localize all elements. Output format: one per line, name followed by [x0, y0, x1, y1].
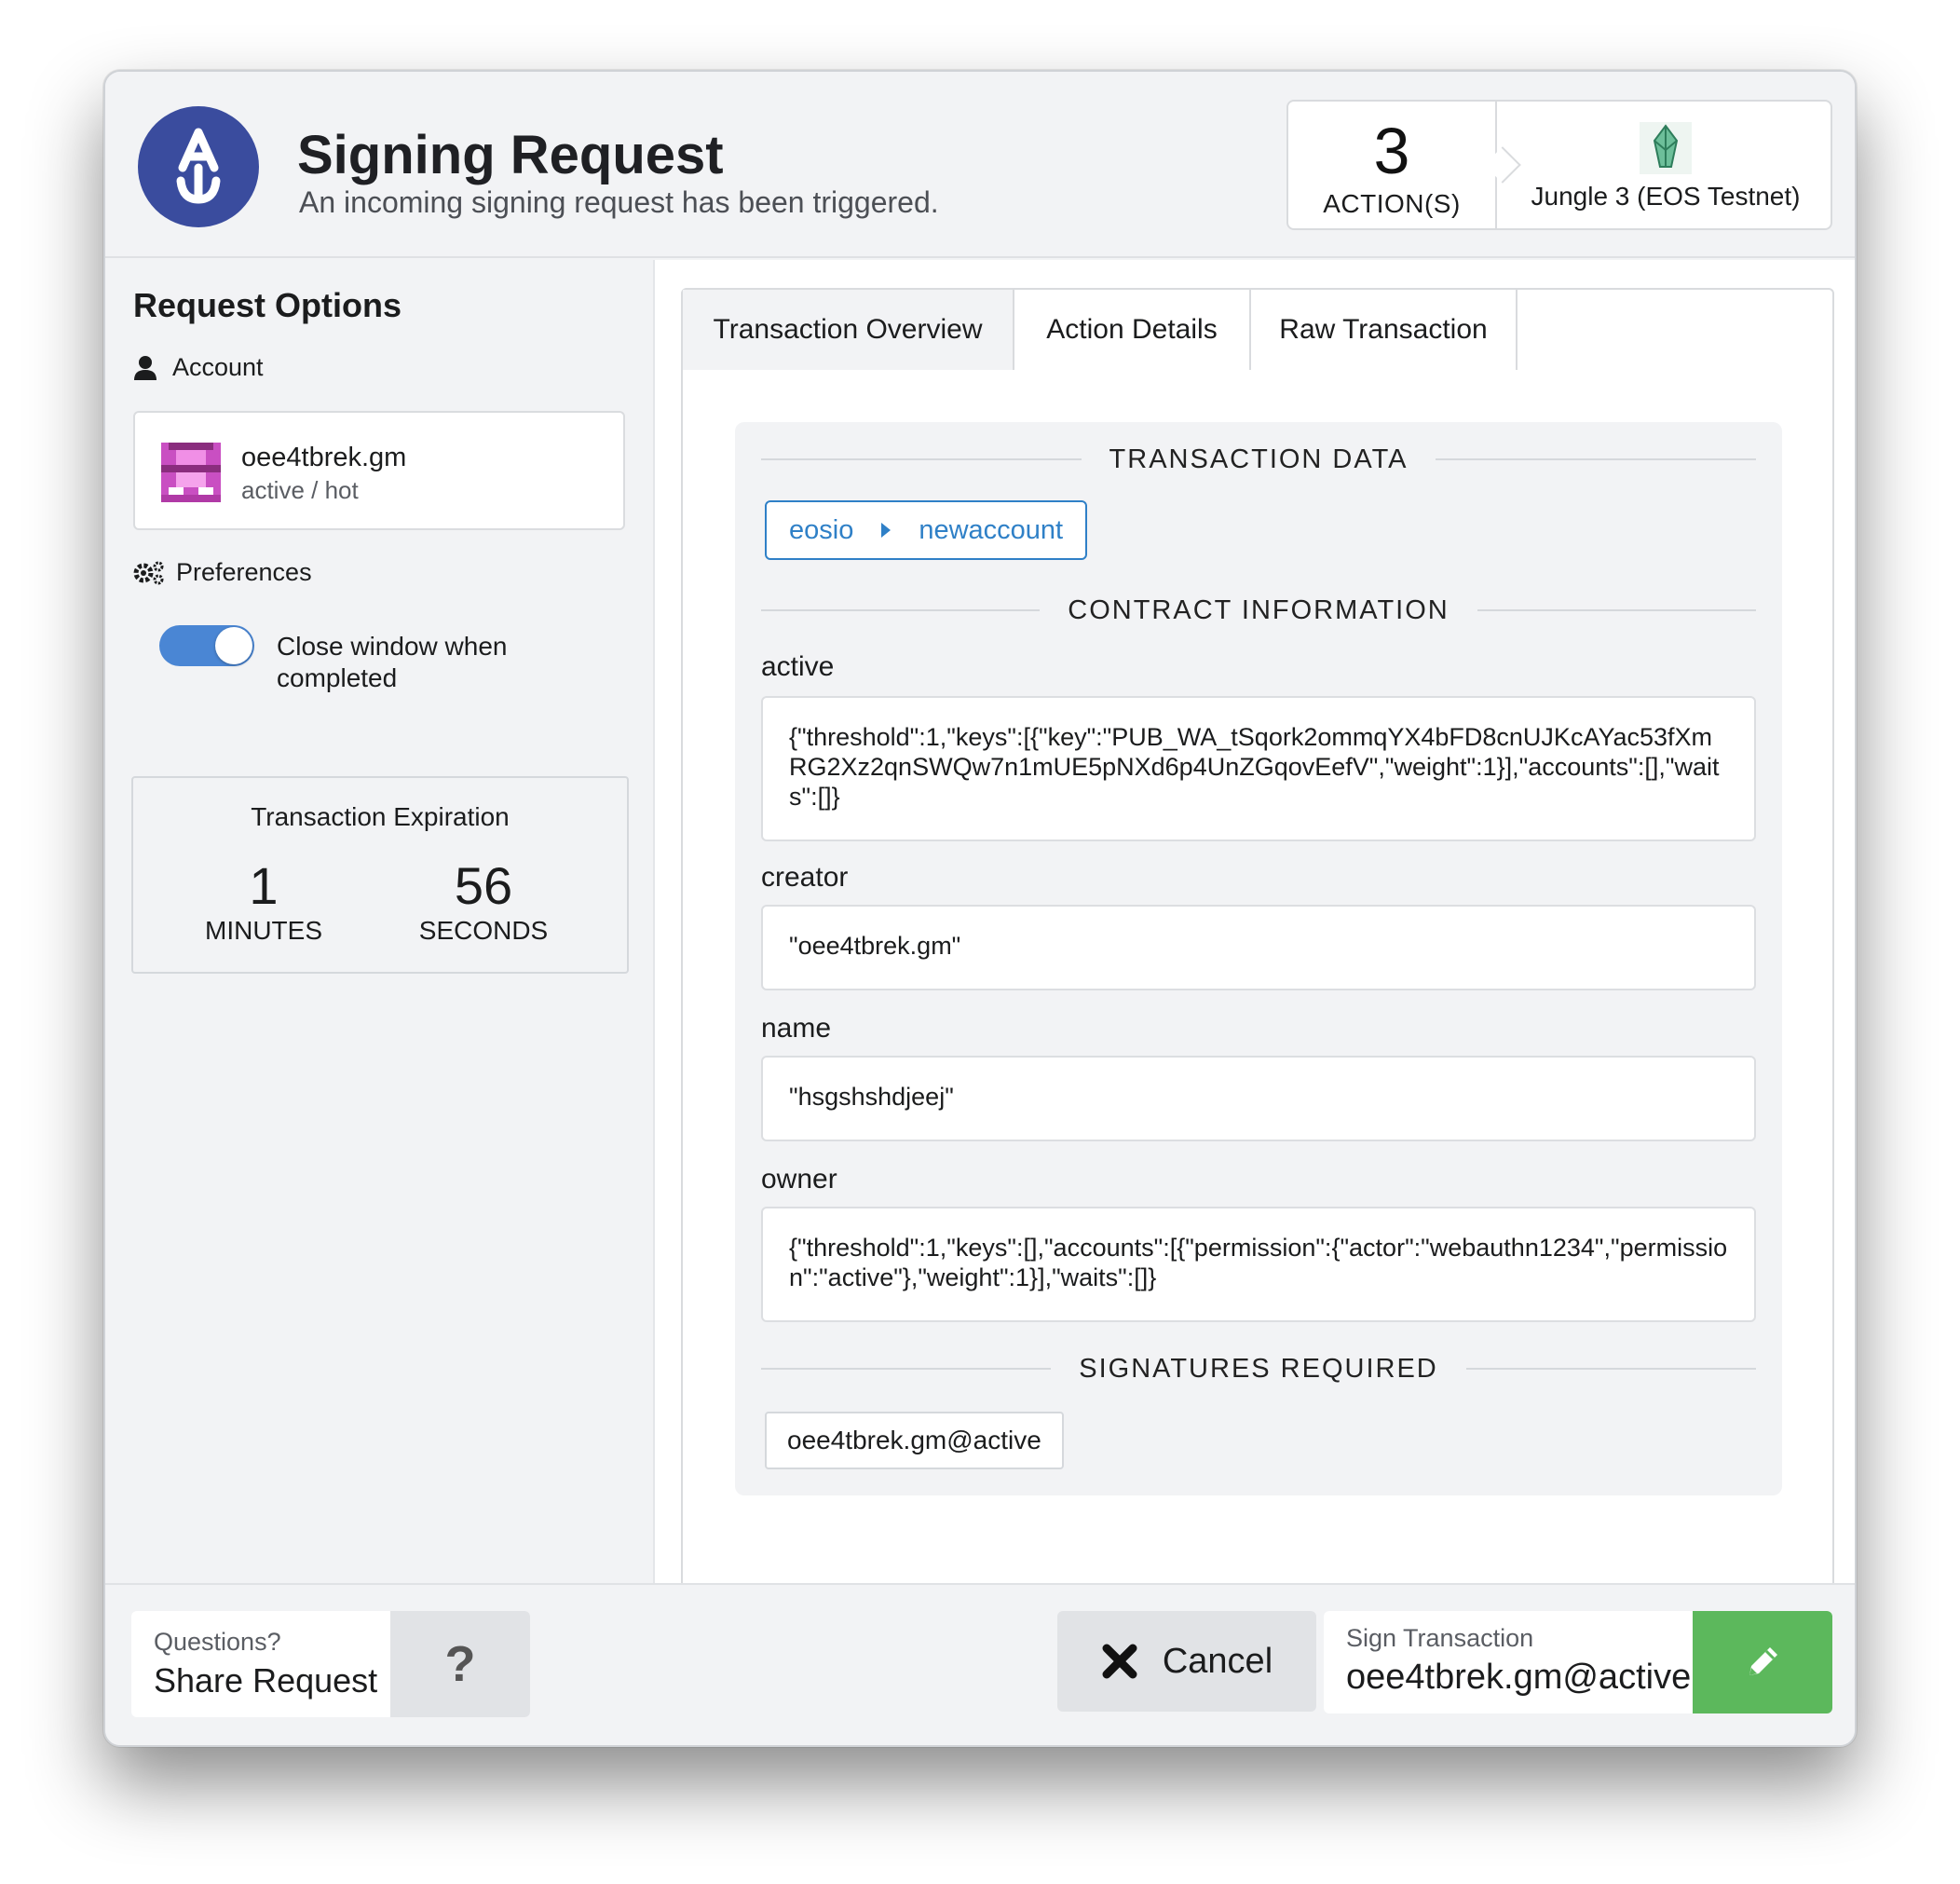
- account-name: oee4tbrek.gm: [241, 443, 407, 472]
- seconds-value: 56: [454, 856, 513, 915]
- preferences-label: Preferences: [176, 558, 312, 586]
- expiration-title: Transaction Expiration: [251, 802, 510, 831]
- minutes-label: MINUTES: [205, 916, 322, 945]
- transaction-data-heading: TRANSACTION DATA: [761, 443, 1756, 476]
- field-label-active: active: [761, 651, 835, 682]
- caret-right-icon: [881, 523, 892, 538]
- field-value-creator: "oee4tbrek.gm": [761, 905, 1756, 990]
- actions-count: 3: [1373, 115, 1410, 187]
- seconds-label: SECONDS: [418, 916, 549, 945]
- field-value-active: {"threshold":1,"keys":[{"key":"PUB_WA_tS…: [761, 696, 1756, 841]
- contract-name: eosio: [789, 514, 854, 545]
- tab-content: TRANSACTION DATA eosio newaccount CONTRA…: [681, 370, 1834, 1600]
- header: Signing Request An incoming signing requ…: [105, 72, 1855, 258]
- cancel-button[interactable]: Cancel: [1057, 1611, 1316, 1712]
- field-label-name: name: [761, 1013, 832, 1044]
- expiration-seconds: 56 SECONDS: [381, 858, 586, 946]
- chain-box: Jungle 3 (EOS Testnet): [1499, 102, 1832, 228]
- account-permission: active / hot: [241, 476, 359, 504]
- expiration-minutes: 1 MINUTES: [161, 858, 366, 946]
- close-window-label: Close window when completed: [277, 632, 508, 692]
- required-signature: oee4tbrek.gm@active: [765, 1412, 1064, 1469]
- close-window-toggle[interactable]: [159, 625, 254, 666]
- sign-transaction-button[interactable]: Sign Transaction oee4tbrek.gm@active: [1324, 1611, 1832, 1713]
- actions-count-box: 3 ACTION(S): [1288, 102, 1497, 228]
- toggle-knob: [215, 627, 252, 664]
- sign-account-label: oee4tbrek.gm@active: [1346, 1658, 1692, 1697]
- transaction-panel: Transaction Overview Action Details Raw …: [653, 260, 1855, 1600]
- action-name: newaccount: [919, 514, 1064, 545]
- sign-transaction-label: Sign Transaction: [1346, 1624, 1534, 1652]
- page-title: Signing Request: [297, 125, 724, 185]
- gears-icon: [133, 561, 164, 584]
- preferences-section-label: Preferences: [133, 558, 312, 587]
- field-value-owner: {"threshold":1,"keys":[],"accounts":[{"p…: [761, 1207, 1756, 1322]
- signing-request-window: Signing Request An incoming signing requ…: [103, 70, 1857, 1747]
- account-section-label: Account: [133, 353, 264, 382]
- tab-transaction-overview[interactable]: Transaction Overview: [683, 290, 1014, 370]
- footer: Questions? Share Request ? Cancel Sign T…: [105, 1583, 1855, 1745]
- eos-chain-icon: [1640, 122, 1692, 174]
- tab-raw-transaction[interactable]: Raw Transaction: [1251, 290, 1518, 370]
- tab-bar: Transaction Overview Action Details Raw …: [681, 288, 1834, 372]
- account-selector[interactable]: oee4tbrek.gm active / hot: [133, 411, 625, 530]
- share-request-button[interactable]: Questions? Share Request ?: [131, 1611, 530, 1717]
- close-icon: [1102, 1644, 1137, 1679]
- user-icon: [134, 355, 157, 380]
- share-question-label: Questions?: [154, 1628, 281, 1656]
- account-label: Account: [172, 353, 264, 381]
- transaction-expiration: Transaction Expiration 1 MINUTES 56 SECO…: [131, 776, 629, 974]
- question-icon: ?: [390, 1611, 530, 1717]
- request-options-panel: Request Options Account oee4tbrek.gm act…: [105, 260, 653, 1583]
- anchor-logo-icon: [138, 106, 259, 227]
- share-request-label: Share Request: [154, 1661, 378, 1700]
- page-subtitle: An incoming signing request has been tri…: [299, 185, 939, 219]
- tab-action-details[interactable]: Action Details: [1014, 290, 1251, 370]
- field-label-creator: creator: [761, 862, 849, 893]
- actions-label: ACTION(S): [1323, 189, 1461, 218]
- cancel-label: Cancel: [1162, 1641, 1273, 1681]
- action-chip[interactable]: eosio newaccount: [765, 500, 1088, 560]
- contract-information-heading: CONTRACT INFORMATION: [761, 594, 1756, 627]
- request-summary: 3 ACTION(S) Jungle 3 (EOS Testnet): [1286, 100, 1832, 230]
- minutes-value: 1: [249, 856, 279, 915]
- request-options-title: Request Options: [133, 286, 402, 324]
- account-avatar: [161, 443, 221, 502]
- pencil-icon: [1693, 1611, 1832, 1713]
- field-label-owner: owner: [761, 1164, 837, 1195]
- field-value-name: "hsgshshdjeej": [761, 1056, 1756, 1141]
- chain-name: Jungle 3 (EOS Testnet): [1531, 182, 1801, 211]
- transaction-overview-section: TRANSACTION DATA eosio newaccount CONTRA…: [735, 422, 1782, 1495]
- signatures-required-heading: SIGNATURES REQUIRED: [761, 1352, 1756, 1386]
